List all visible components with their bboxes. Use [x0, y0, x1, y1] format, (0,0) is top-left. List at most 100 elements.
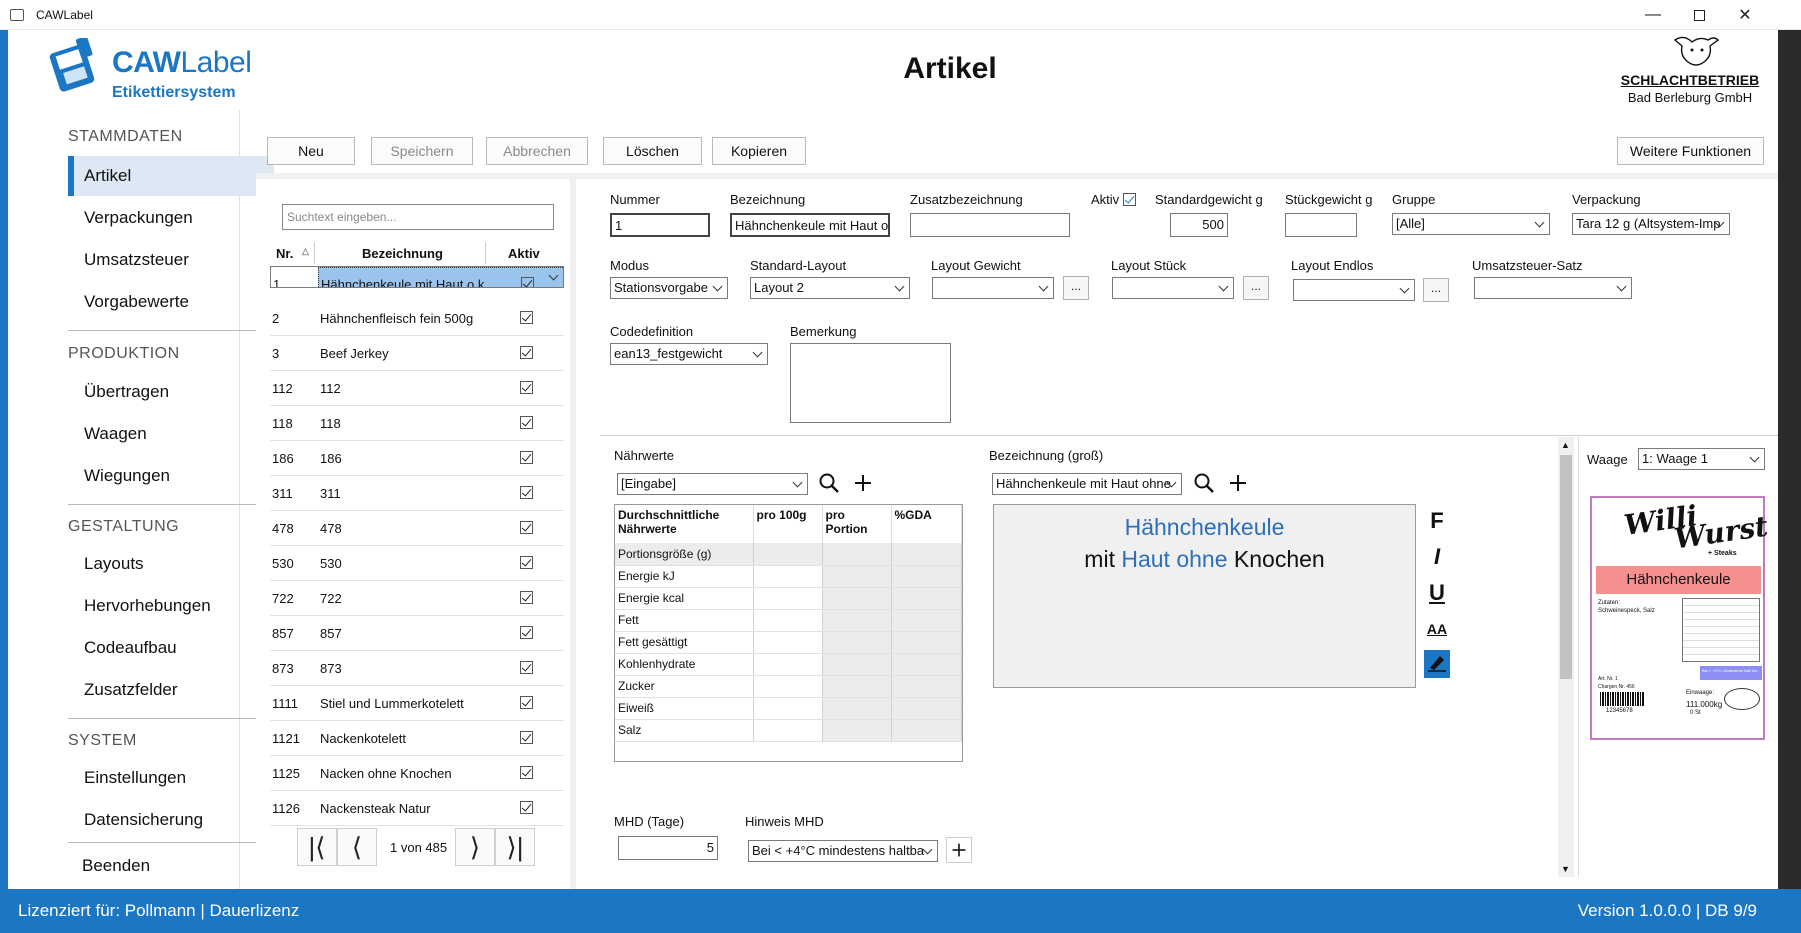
- beenden-button[interactable]: Beenden: [66, 846, 272, 886]
- col-bezeichnung-header[interactable]: Bezeichnung: [362, 246, 443, 261]
- nw-cell-100g[interactable]: [753, 587, 823, 610]
- modus-select[interactable]: Stationsvorgabe: [610, 277, 728, 299]
- row-aktiv-checkbox[interactable]: [520, 731, 533, 744]
- form-scrollbar[interactable]: ▲ ▼: [1558, 437, 1574, 877]
- search-input[interactable]: Suchtext eingeben...: [282, 204, 554, 230]
- codedefinition-select[interactable]: ean13_festgewicht: [610, 343, 768, 365]
- layout-gewicht-select[interactable]: [932, 277, 1054, 299]
- layout-gewicht-more-button[interactable]: ...: [1063, 276, 1089, 300]
- nw-cell-portion[interactable]: [822, 587, 892, 610]
- row-aktiv-checkbox[interactable]: [520, 661, 533, 674]
- sidebar-item-umsatzsteuer[interactable]: Umsatzsteuer: [68, 240, 274, 280]
- prev-page-button[interactable]: ⟨: [337, 828, 377, 866]
- nw-cell-portion[interactable]: [822, 675, 892, 698]
- speichern-button[interactable]: Speichern: [371, 137, 473, 165]
- bezeichnung-field[interactable]: Hähnchenkeule mit Haut o.: [730, 213, 890, 237]
- italic-button[interactable]: I: [1424, 543, 1450, 571]
- table-row[interactable]: 311 311: [270, 476, 564, 511]
- first-page-button[interactable]: |⟨: [297, 828, 337, 866]
- nw-cell-gda[interactable]: [891, 653, 962, 676]
- sidebar-item-waagen[interactable]: Waagen: [68, 414, 274, 454]
- standardgewicht-field[interactable]: 500: [1170, 213, 1228, 237]
- sidebar-item-wiegungen[interactable]: Wiegungen: [68, 456, 274, 496]
- underline-button[interactable]: U: [1424, 579, 1450, 607]
- nw-cell-portion[interactable]: [822, 719, 892, 742]
- table-row[interactable]: 857 857: [270, 616, 564, 651]
- highlight-color-button[interactable]: [1424, 650, 1450, 678]
- row-aktiv-checkbox[interactable]: [520, 486, 533, 499]
- nw-cell-gda[interactable]: [891, 719, 962, 742]
- add-icon[interactable]: [850, 470, 876, 496]
- font-size-button[interactable]: AA: [1424, 615, 1450, 643]
- abbrechen-button[interactable]: Abbrechen: [486, 137, 588, 165]
- nw-cell-portion[interactable]: [822, 609, 892, 632]
- row-aktiv-checkbox[interactable]: [520, 626, 533, 639]
- bezeichnung-gross-editor[interactable]: Hähnchenkeule mit Haut ohne Knochen: [993, 504, 1416, 688]
- bezeichnung-gross-select[interactable]: Hähnchenkeule mit Haut ohne: [992, 473, 1182, 495]
- gruppe-select[interactable]: [Alle]: [1392, 213, 1550, 235]
- aktiv-checkbox[interactable]: [1123, 193, 1136, 206]
- nw-cell-portion[interactable]: [822, 565, 892, 588]
- table-row[interactable]: 112 112: [270, 371, 564, 406]
- maximize-button[interactable]: [1676, 0, 1722, 30]
- table-row[interactable]: 1126 Nackensteak Natur: [270, 791, 564, 826]
- row-aktiv-checkbox[interactable]: [520, 766, 533, 779]
- sidebar-item-vorgabewerte[interactable]: Vorgabewerte: [68, 282, 274, 322]
- sidebar-item-uebertragen[interactable]: Übertragen: [68, 372, 274, 412]
- layout-stueck-select[interactable]: [1112, 277, 1234, 299]
- scroll-down-icon[interactable]: ▼: [1561, 864, 1570, 874]
- table-row[interactable]: 1125 Nacken ohne Knochen: [270, 756, 564, 791]
- nw-cell-100g[interactable]: [753, 609, 823, 632]
- mhd-field[interactable]: 5: [618, 836, 718, 860]
- row-aktiv-checkbox[interactable]: [520, 556, 533, 569]
- sidebar-item-datensicherung[interactable]: Datensicherung: [68, 800, 274, 840]
- table-row[interactable]: 118 118: [270, 406, 564, 441]
- neu-button[interactable]: Neu: [267, 137, 355, 165]
- close-button[interactable]: ✕: [1722, 0, 1768, 30]
- sidebar-item-zusatzfelder[interactable]: Zusatzfelder: [68, 670, 274, 710]
- nw-cell-100g[interactable]: [753, 565, 823, 588]
- table-row[interactable]: 3 Beef Jerkey: [270, 336, 564, 371]
- table-row[interactable]: 1121 Nackenkotelett: [270, 721, 564, 756]
- search-icon[interactable]: [816, 470, 842, 496]
- nw-cell-portion[interactable]: [822, 631, 892, 654]
- table-row[interactable]: 722 722: [270, 581, 564, 616]
- layout-stueck-more-button[interactable]: ...: [1243, 276, 1269, 300]
- add-icon[interactable]: [946, 837, 972, 863]
- nw-cell-gda[interactable]: [891, 697, 962, 720]
- kopieren-button[interactable]: Kopieren: [712, 137, 806, 165]
- naehrwerte-mode-select[interactable]: [Eingabe]: [617, 473, 808, 495]
- table-row[interactable]: 478 478: [270, 511, 564, 546]
- waage-select[interactable]: 1: Waage 1: [1638, 448, 1765, 470]
- nummer-field[interactable]: 1: [610, 213, 710, 237]
- umsatzsteuer-satz-select[interactable]: [1474, 277, 1632, 299]
- nw-cell-gda[interactable]: [891, 675, 962, 698]
- verpackung-select[interactable]: Tara 12 g (Altsystem-Imp: [1572, 213, 1730, 235]
- sidebar-item-layouts[interactable]: Layouts: [68, 544, 274, 584]
- standard-layout-select[interactable]: Layout 2: [750, 277, 910, 299]
- stueckgewicht-field[interactable]: [1285, 213, 1357, 237]
- nw-cell-gda[interactable]: [891, 631, 962, 654]
- loeschen-button[interactable]: Löschen: [603, 137, 702, 165]
- sidebar-item-hervorhebungen[interactable]: Hervorhebungen: [68, 586, 274, 626]
- scroll-up-icon[interactable]: ▲: [1561, 440, 1570, 450]
- add-icon[interactable]: [1225, 470, 1251, 496]
- row-aktiv-checkbox[interactable]: [520, 591, 533, 604]
- table-row[interactable]: 1111 Stiel und Lummerkotelett: [270, 686, 564, 721]
- row-aktiv-checkbox[interactable]: [520, 381, 533, 394]
- row-aktiv-checkbox[interactable]: [520, 346, 533, 359]
- layout-endlos-select[interactable]: [1293, 279, 1415, 301]
- next-page-button[interactable]: ⟩: [455, 828, 495, 866]
- nw-cell-100g[interactable]: [753, 719, 823, 742]
- nw-cell-gda[interactable]: [891, 565, 962, 588]
- layout-endlos-more-button[interactable]: ...: [1423, 278, 1449, 302]
- col-aktiv-header[interactable]: Aktiv: [508, 246, 540, 261]
- last-page-button[interactable]: ⟩|: [495, 828, 535, 866]
- nw-cell-portion[interactable]: [822, 697, 892, 720]
- sidebar-item-einstellungen[interactable]: Einstellungen: [68, 758, 274, 798]
- row-aktiv-checkbox[interactable]: [520, 521, 533, 534]
- table-row[interactable]: 1 Hähnchenkeule mit Haut o.k.: [270, 266, 564, 288]
- nw-cell-gda[interactable]: [891, 587, 962, 610]
- minimize-button[interactable]: —: [1630, 0, 1676, 30]
- row-aktiv-checkbox[interactable]: [520, 311, 533, 324]
